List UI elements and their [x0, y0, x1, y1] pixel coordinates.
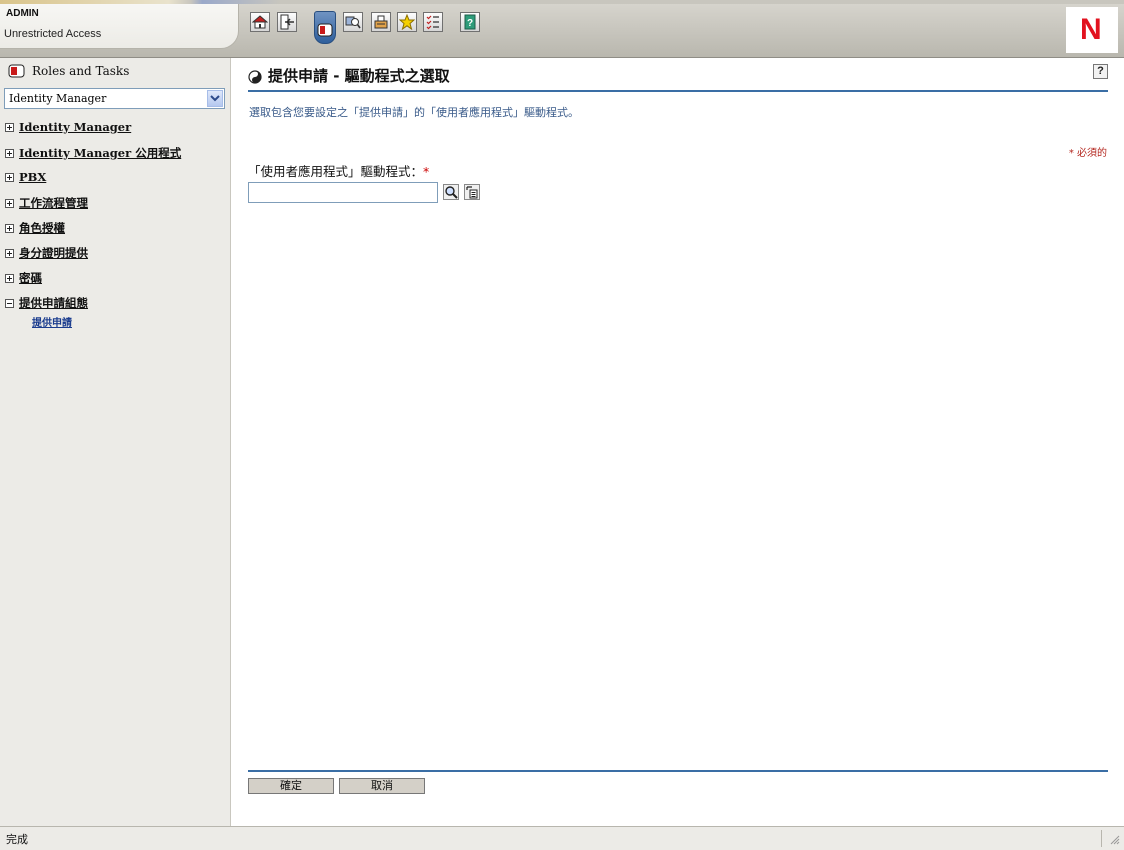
page-description: 選取包含您要設定之「提供申請」的「使用者應用程式」驅動程式。	[249, 106, 579, 119]
expand-icon[interactable]	[5, 199, 14, 208]
favorites-button[interactable]	[397, 12, 417, 32]
favorites-icon	[399, 14, 415, 30]
sidebar-item-identity-manager-utilities[interactable]: Identity Manager 公用程式	[5, 145, 181, 163]
sidebar-item-passwords[interactable]: 密碼	[5, 270, 42, 288]
object-history-button[interactable]	[464, 184, 480, 200]
logout-button[interactable]	[277, 12, 297, 32]
object-selector-button[interactable]	[443, 184, 459, 200]
sidebar-subitem-provisioning-request[interactable]: 提供申請	[32, 314, 72, 329]
help-button[interactable]: ?	[1093, 64, 1108, 79]
page-title: 提供申請 - 驅動程式之選取	[268, 67, 450, 85]
roles-tab-button[interactable]	[314, 11, 336, 44]
status-text: 完成	[6, 833, 28, 846]
home-button[interactable]	[250, 12, 270, 32]
sidebar: Roles and Tasks Identity Manager Identit…	[0, 58, 231, 826]
task-icon	[248, 70, 262, 84]
sidebar-item-credential-provisioning[interactable]: 身分證明提供	[5, 245, 88, 263]
sidebar-item-label[interactable]: 工作流程管理	[19, 196, 88, 210]
sidebar-item-pbx[interactable]: PBX	[5, 170, 46, 188]
help-book-button[interactable]: ?	[460, 12, 480, 32]
task-list-icon	[426, 15, 439, 30]
expand-icon[interactable]	[5, 173, 14, 182]
logout-icon	[280, 14, 294, 30]
driver-field-label: 「使用者應用程式」驅動程式：*	[248, 161, 429, 180]
collapse-icon[interactable]	[5, 299, 14, 308]
driver-field-label-text: 「使用者應用程式」驅動程式：	[248, 164, 424, 179]
sidebar-item-label[interactable]: PBX	[19, 170, 46, 184]
roles-tab-icon	[317, 23, 333, 37]
role-select-dropdown-button[interactable]	[207, 90, 223, 107]
cancel-button[interactable]: 取消	[339, 778, 425, 794]
driver-input[interactable]	[248, 182, 438, 203]
chevron-down-icon	[210, 95, 220, 102]
required-note: * 必須的	[1068, 148, 1107, 159]
search-objects-button[interactable]	[343, 12, 363, 32]
expand-icon[interactable]	[5, 249, 14, 258]
sidebar-item-label[interactable]: Identity Manager	[19, 120, 131, 134]
roles-and-tasks-icon	[8, 64, 25, 78]
sidebar-item-label[interactable]: 提供申請組態	[19, 296, 88, 310]
home-icon	[252, 15, 268, 29]
identity-box: ADMIN Unrestricted Access	[0, 4, 239, 49]
sidebar-item-workflow-admin[interactable]: 工作流程管理	[5, 195, 88, 213]
logo-letter: N	[1080, 13, 1102, 46]
required-mark: *	[423, 164, 430, 179]
status-divider	[1101, 830, 1102, 847]
search-objects-icon	[345, 16, 361, 29]
task-list-button[interactable]	[423, 12, 443, 32]
sidebar-item-label[interactable]: 身分證明提供	[19, 246, 88, 260]
sidebar-item-label[interactable]: 角色授權	[19, 221, 65, 235]
sidebar-item-label[interactable]: 密碼	[19, 271, 42, 285]
help-book-icon: ?	[464, 14, 476, 30]
footer-divider	[248, 770, 1108, 772]
configure-button[interactable]	[371, 12, 391, 32]
sidebar-header: Roles and Tasks	[0, 58, 230, 84]
expand-icon[interactable]	[5, 123, 14, 132]
expand-icon[interactable]	[5, 149, 14, 158]
ok-button[interactable]: 確定	[248, 778, 334, 794]
role-select[interactable]: Identity Manager	[4, 88, 225, 109]
resize-grip-icon[interactable]	[1108, 833, 1120, 845]
magnifier-icon	[443, 184, 459, 200]
expand-icon[interactable]	[5, 224, 14, 233]
access-level: Unrestricted Access	[4, 28, 102, 40]
page-title-row: 提供申請 - 驅動程式之選取 ?	[248, 64, 1108, 92]
history-list-icon	[464, 184, 480, 200]
expand-icon[interactable]	[5, 274, 14, 283]
user-name: ADMIN	[6, 8, 39, 19]
status-bar: 完成	[0, 826, 1124, 850]
sidebar-item-role-authorization[interactable]: 角色授權	[5, 220, 65, 238]
role-select-value: Identity Manager	[9, 92, 107, 105]
svg-text:?: ?	[467, 18, 473, 29]
sidebar-item-identity-manager[interactable]: Identity Manager	[5, 120, 131, 138]
sidebar-item-label[interactable]: Identity Manager 公用程式	[19, 146, 181, 160]
configure-icon	[374, 15, 388, 29]
main-content: 提供申請 - 驅動程式之選取 ? 選取包含您要設定之「提供申請」的「使用者應用程…	[231, 58, 1124, 826]
sidebar-item-provisioning-request-config[interactable]: 提供申請組態	[5, 295, 88, 313]
header-bar: ADMIN Unrestricted Access ? N	[0, 0, 1124, 58]
sidebar-title: Roles and Tasks	[32, 64, 130, 78]
novell-logo: N	[1066, 7, 1118, 53]
